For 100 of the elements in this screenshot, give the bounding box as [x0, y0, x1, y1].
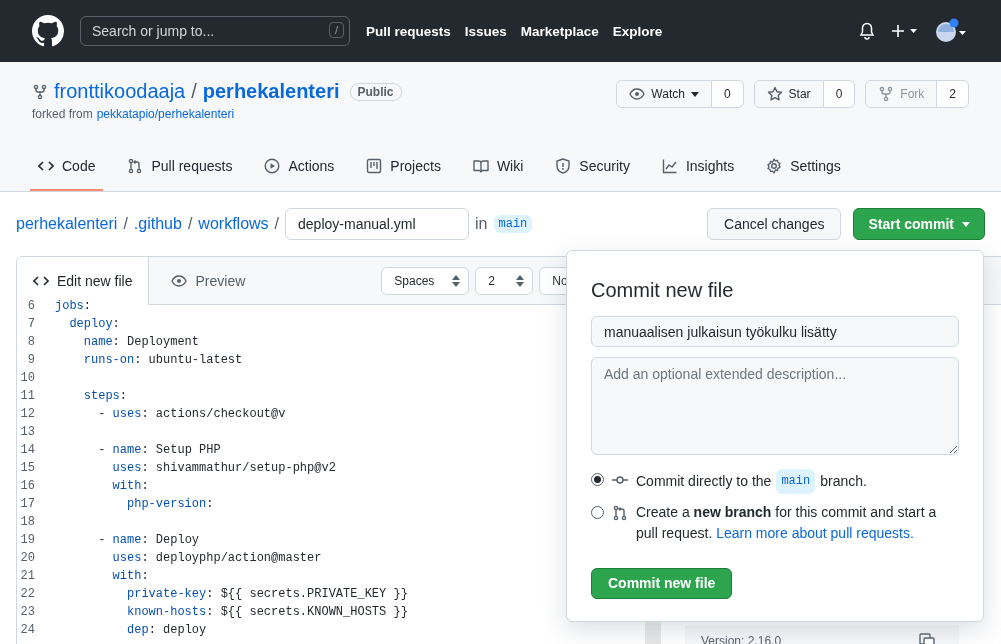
- code-line: private-key: ${{ secrets.PRIVATE_KEY }}: [126, 587, 408, 601]
- project-board-icon: [366, 158, 383, 174]
- line-number: 21: [19, 569, 36, 583]
- caret-icon: [690, 91, 699, 97]
- line-number: 20: [19, 551, 36, 565]
- line-number: 18: [19, 515, 36, 529]
- line-number: 17: [19, 497, 36, 511]
- repo-tab[interactable]: Actions: [256, 143, 343, 191]
- pull-request-icon: [127, 158, 144, 174]
- path-separator: /: [191, 80, 197, 103]
- eye-icon: [171, 272, 188, 289]
- popup-title: Commit new file: [591, 279, 735, 302]
- line-number: 8: [26, 335, 36, 349]
- line-number: 19: [19, 533, 36, 547]
- indent-size-select[interactable]: 2: [475, 266, 534, 295]
- code-line: with:: [111, 479, 149, 493]
- code-line: with:: [111, 569, 149, 583]
- caret-icon: [962, 221, 970, 227]
- code-line: name: Deployment: [82, 335, 200, 349]
- owner-link[interactable]: fronttikoodaaja: [54, 80, 186, 103]
- filename-field[interactable]: deploy-manual.yml: [285, 208, 470, 240]
- gear-icon: [766, 158, 783, 174]
- line-number: 23: [19, 605, 36, 619]
- code-line: - name: Setup PHP: [97, 443, 221, 457]
- repo-action-button[interactable]: Watch: [617, 81, 712, 107]
- code-line: dep: deploy: [126, 623, 207, 637]
- cancel-changes-button[interactable]: Cancel changes: [707, 208, 842, 240]
- avatar-icon[interactable]: [935, 18, 969, 44]
- option-label: Commit directly to the: [636, 471, 772, 491]
- count-label: 0: [722, 86, 732, 103]
- line-number: 11: [19, 389, 36, 403]
- breadcrumb-link[interactable]: workflows: [198, 215, 269, 233]
- line-number: 13: [19, 425, 36, 439]
- branch-label: main: [776, 468, 816, 494]
- shortcut-key: /: [328, 22, 344, 38]
- nav-link[interactable]: Marketplace: [520, 23, 599, 39]
- line-number: 24: [19, 623, 36, 637]
- code-line: uses: shivammathur/setup-php@v2: [111, 461, 336, 475]
- line-number: 7: [26, 317, 36, 331]
- code-line: known-hosts: ${{ secrets.KNOWN_HOSTS }}: [126, 605, 408, 619]
- code-line: - name: Deploy: [97, 533, 200, 547]
- fork-icon: [878, 86, 895, 102]
- in-label: in: [475, 215, 488, 233]
- repo-tab[interactable]: Insights: [653, 143, 743, 191]
- copy-icon[interactable]: [919, 632, 935, 644]
- branch-label: main: [493, 215, 533, 233]
- star-icon: [766, 86, 783, 102]
- count-label: 2: [948, 86, 957, 103]
- github-logo-icon[interactable]: [32, 15, 64, 47]
- repo-tab[interactable]: Projects: [358, 143, 449, 191]
- eye-icon: [629, 86, 646, 102]
- indent-mode-select[interactable]: Spaces: [381, 266, 470, 295]
- graph-icon: [661, 158, 678, 174]
- book-icon: [472, 158, 489, 174]
- line-number: 22: [19, 587, 36, 601]
- line-number: 10: [19, 371, 36, 385]
- bell-icon[interactable]: [859, 22, 875, 40]
- repo-tab[interactable]: Wiki: [464, 143, 532, 191]
- learn-more-link[interactable]: Learn more about pull requests.: [716, 524, 914, 541]
- updown-icon: [516, 274, 525, 287]
- forked-from-label: forked from: [32, 107, 93, 121]
- code-line: - uses: actions/checkout@v: [97, 407, 286, 421]
- editor-tab[interactable]: Preview: [155, 257, 262, 304]
- nav-link[interactable]: Explore: [612, 23, 663, 39]
- repo-name-link[interactable]: perhekalenteri: [202, 80, 340, 103]
- repo-tab[interactable]: Pull requests: [119, 143, 241, 191]
- code-line: steps:: [82, 389, 127, 403]
- code-line: php-version:: [126, 497, 214, 511]
- forked-from-link[interactable]: pekkatapio/perhekalenteri: [96, 107, 235, 121]
- repo-action-button[interactable]: Star: [754, 81, 824, 107]
- pull-request-icon: [612, 504, 628, 521]
- nav-link[interactable]: Pull requests: [366, 23, 451, 39]
- path-separator: /: [274, 215, 280, 233]
- line-number: 14: [19, 443, 36, 457]
- path-separator: /: [123, 215, 128, 233]
- code-line: uses: deployphp/action@master: [111, 551, 322, 565]
- code-line: deploy:: [68, 317, 120, 331]
- path-separator: /: [187, 215, 193, 233]
- version-label: Version: 2.16.0: [701, 633, 782, 644]
- repo-tab[interactable]: Security: [547, 143, 638, 191]
- commit-summary-field[interactable]: manuaalisen julkaisun työkulku lisätty: [591, 316, 959, 348]
- option-label: branch.: [820, 471, 867, 491]
- fork-icon: [32, 83, 48, 100]
- updown-icon: [452, 274, 461, 287]
- breadcrumb-link[interactable]: .github: [133, 215, 182, 233]
- line-number: 12: [19, 407, 36, 421]
- plus-caret-icon[interactable]: [891, 23, 919, 39]
- code-line: runs-on: ubuntu-latest: [82, 353, 243, 367]
- line-number: 15: [19, 461, 36, 475]
- shield-icon: [555, 158, 572, 174]
- line-number: 16: [19, 479, 36, 493]
- repo-tab[interactable]: Settings: [758, 143, 849, 191]
- commit-description-field[interactable]: Add an optional extended description...: [591, 357, 959, 455]
- breadcrumb-link[interactable]: perhekalenteri: [16, 215, 118, 233]
- play-circle-icon: [264, 158, 281, 174]
- count-label: 0: [834, 86, 844, 103]
- nav-link[interactable]: Issues: [464, 23, 507, 39]
- line-number: 9: [26, 353, 36, 367]
- repo-tab[interactable]: Code: [30, 143, 104, 191]
- option-label: Create a new branch for this commit and start a pull request. Learn more about pull requests.: [636, 502, 938, 543]
